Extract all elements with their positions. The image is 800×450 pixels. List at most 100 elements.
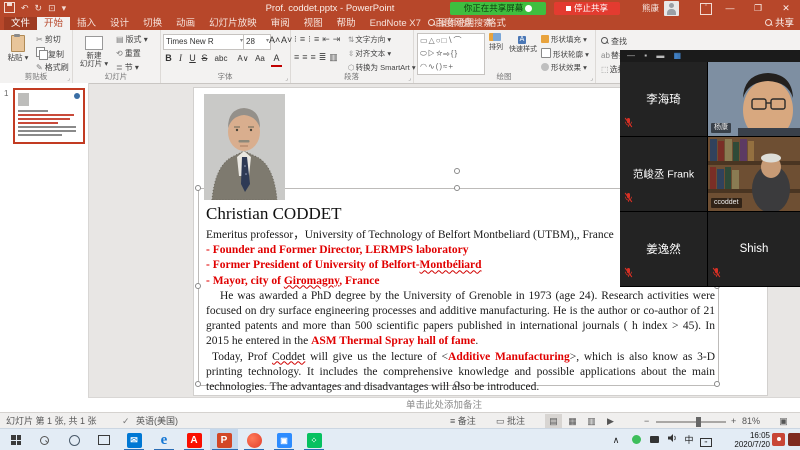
- participant-tile[interactable]: 李海琦: [620, 62, 707, 136]
- participant-video[interactable]: 杨康: [708, 62, 800, 136]
- redo-icon[interactable]: ↻: [35, 3, 43, 14]
- reading-view-button[interactable]: ▥: [583, 414, 600, 428]
- resize-handle[interactable]: [195, 185, 201, 191]
- slide-thumbnail[interactable]: [13, 88, 85, 144]
- ribbon-display-options-icon[interactable]: ˆ: [700, 3, 712, 15]
- shape-fill-button[interactable]: 形状填充 ▾: [541, 34, 587, 45]
- align-text-button[interactable]: ⇳对齐文本 ▾: [348, 48, 391, 59]
- normal-view-button[interactable]: ▤: [545, 414, 562, 428]
- touch-keyboard-icon[interactable]: ▪▪: [698, 429, 714, 450]
- fit-to-window-button[interactable]: ▣: [775, 414, 792, 428]
- close-button[interactable]: ✕: [774, 0, 798, 17]
- mail-app-icon[interactable]: ✉: [122, 431, 146, 449]
- zoom-level[interactable]: 81%: [742, 413, 760, 429]
- volume-tray-icon[interactable]: [664, 429, 680, 450]
- notes-pane[interactable]: 单击此处添加备注: [88, 397, 800, 413]
- save-icon[interactable]: [4, 2, 15, 15]
- grow-font-icon[interactable]: A˄: [269, 34, 280, 47]
- character-spacing-button[interactable]: A∨: [235, 52, 251, 65]
- italic-button[interactable]: I: [175, 52, 186, 65]
- taskbar-search-button[interactable]: [34, 431, 58, 449]
- participant-tile[interactable]: Shish: [708, 212, 800, 286]
- speaker-view-icon[interactable]: ▪: [644, 51, 647, 60]
- change-case-button[interactable]: Aa: [253, 52, 267, 65]
- shapes-gallery[interactable]: ▭△○□∖⌒⬭▷☆⇨{}◠∿()≈+: [417, 33, 485, 75]
- powerpoint-app-icon[interactable]: P: [212, 431, 236, 449]
- browser-app-icon[interactable]: [242, 431, 266, 449]
- resize-handle[interactable]: [454, 185, 460, 191]
- edge-app-icon[interactable]: e: [152, 431, 176, 449]
- strip-view-icon[interactable]: ▬: [656, 51, 664, 60]
- menu-tab[interactable]: 动画: [169, 17, 202, 30]
- rotate-handle[interactable]: [454, 168, 460, 174]
- taskbar-clock[interactable]: 16:052020/7/20: [716, 431, 770, 449]
- menu-tab[interactable]: 幻灯片放映: [202, 17, 264, 30]
- acrobat-app-icon[interactable]: A: [182, 431, 206, 449]
- participant-tile[interactable]: 范峻丞 Frank: [620, 137, 707, 211]
- wechat-app-icon[interactable]: ⁘: [302, 431, 326, 449]
- gallery-view-icon[interactable]: ▦: [674, 51, 682, 60]
- task-view-button[interactable]: [92, 431, 116, 449]
- find-button[interactable]: 查找: [601, 36, 627, 47]
- ime-indicator[interactable]: 中: [682, 429, 696, 450]
- bold-button[interactable]: B: [163, 52, 174, 65]
- slide-title[interactable]: Christian CODDET: [206, 204, 342, 224]
- cut-button[interactable]: ✂剪切: [36, 33, 61, 46]
- zoom-slider-thumb[interactable]: [696, 417, 701, 427]
- zoom-in-button[interactable]: +: [731, 413, 736, 429]
- quick-styles-button[interactable]: A 快速样式: [509, 33, 537, 54]
- dialog-launcher-icon[interactable]: ⌟: [590, 75, 593, 82]
- layout-button[interactable]: ▤版式 ▾: [116, 33, 148, 46]
- restore-button[interactable]: ❐: [746, 0, 770, 17]
- menu-tab[interactable]: 视图: [297, 17, 330, 30]
- minimize-button[interactable]: —: [718, 0, 742, 17]
- shape-outline-button[interactable]: 形状轮廓 ▾: [541, 48, 589, 60]
- notes-toggle[interactable]: ≡ 备注: [450, 413, 476, 429]
- stop-sharing-button[interactable]: 停止共享: [554, 2, 620, 15]
- menu-tab[interactable]: 插入: [70, 17, 103, 30]
- menu-tab[interactable]: 开始: [37, 17, 70, 30]
- meeting-minimize-icon[interactable]: —: [627, 51, 635, 60]
- menu-tab[interactable]: 切换: [136, 17, 169, 30]
- underline-button[interactable]: U: [187, 52, 198, 65]
- strikethrough-button[interactable]: S: [199, 52, 210, 65]
- zoom-app-icon[interactable]: ▣: [272, 431, 296, 449]
- zoom-out-button[interactable]: −: [644, 413, 649, 429]
- text-shadow-button[interactable]: abc: [211, 52, 231, 65]
- zoom-slider[interactable]: [656, 421, 726, 423]
- share-button[interactable]: 共享: [765, 17, 794, 30]
- font-name-combo[interactable]: Times New R▾: [163, 34, 245, 50]
- alignment-icons[interactable]: ≡≡≡≣▥: [294, 52, 341, 63]
- qat-customize-icon[interactable]: ▾: [62, 3, 67, 14]
- start-button[interactable]: [4, 431, 28, 449]
- font-color-button[interactable]: A: [271, 52, 282, 67]
- dialog-launcher-icon[interactable]: ⌟: [408, 75, 411, 82]
- dialog-launcher-icon[interactable]: ⌟: [67, 75, 70, 82]
- resize-handle[interactable]: [195, 381, 201, 387]
- tray-expand-icon[interactable]: ∧: [608, 429, 624, 450]
- language-indicator[interactable]: 英语(美国): [136, 413, 178, 429]
- battery-tray-icon[interactable]: [646, 429, 662, 450]
- menu-tab[interactable]: 设计: [103, 17, 136, 30]
- participant-tile[interactable]: 姜逸然: [620, 212, 707, 286]
- spellcheck-icon[interactable]: ✓: [122, 413, 130, 429]
- paste-button[interactable]: 粘贴 ▾: [3, 33, 33, 62]
- notification-tray-icon[interactable]: [772, 433, 785, 446]
- comments-toggle[interactable]: ▭ 批注: [496, 413, 525, 429]
- bullets-numbering-icons[interactable]: ⁝≡⁝≡⇤⇥: [294, 34, 343, 45]
- avatar[interactable]: [664, 1, 679, 16]
- resize-handle[interactable]: [195, 283, 201, 289]
- tell-me-search[interactable]: 操作说明搜索: [428, 17, 492, 30]
- menu-tab[interactable]: 帮助: [330, 17, 363, 30]
- antivirus-tray-icon[interactable]: [628, 429, 644, 450]
- reset-button[interactable]: ⟲重置: [116, 47, 141, 60]
- arrange-button[interactable]: 排列: [485, 33, 507, 52]
- notification-tray-icon[interactable]: [788, 433, 800, 446]
- text-direction-button[interactable]: ⇅文字方向 ▾: [348, 34, 391, 45]
- copy-button[interactable]: 复制: [36, 47, 64, 60]
- portrait-photo[interactable]: [204, 94, 285, 200]
- menu-tab[interactable]: 审阅: [264, 17, 297, 30]
- menu-tab[interactable]: 文件: [4, 17, 37, 30]
- account-name[interactable]: 熊康: [642, 0, 659, 17]
- active-speaker-video[interactable]: ccoddet: [708, 137, 800, 211]
